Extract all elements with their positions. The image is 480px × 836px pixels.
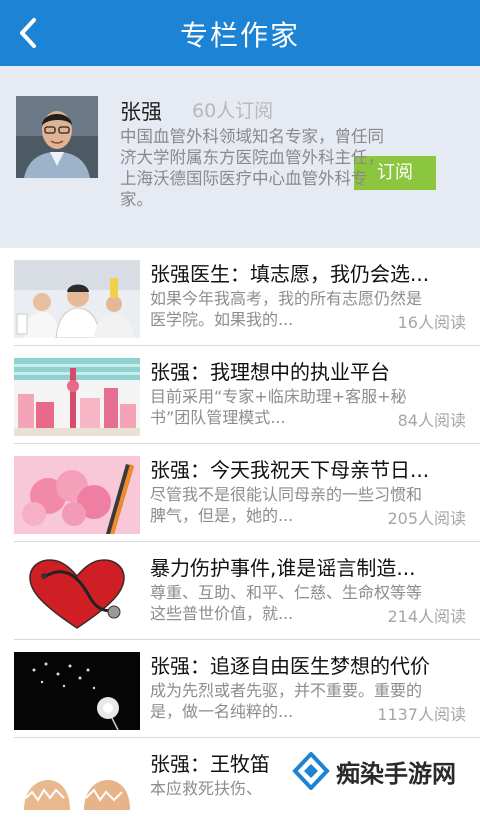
article-item[interactable]: 张强医生：填志愿，我仍会选... 如果今年我高考，我的所有志愿仍然是 医学院。如… xyxy=(0,248,480,346)
article-thumbnail xyxy=(14,554,140,632)
article-item[interactable]: 张强：我理想中的执业平台 目前采用“专家+临床助理+客服+秘 书”团队管理模式.… xyxy=(0,346,480,444)
article-title: 张强：追逐自由医生梦想的代价 xyxy=(150,654,430,678)
read-count: 84人阅读 xyxy=(393,407,466,431)
article-thumbnail xyxy=(14,750,140,828)
article-summary-line: 尽管我不是很能认同母亲的一些习惯和 xyxy=(150,485,423,504)
author-profile: 张强 60人订阅 订阅 中国血管外科领域知名专家，曾任同 济大学附属东方医院血管… xyxy=(0,66,480,248)
article-thumbnail xyxy=(14,652,140,730)
watermark-logo-icon xyxy=(292,752,330,790)
author-avatar xyxy=(16,96,98,178)
article-thumbnail xyxy=(14,456,140,534)
article-thumbnail xyxy=(14,260,140,338)
top-bar: 专栏作家 xyxy=(0,0,480,66)
page-title: 专栏作家 xyxy=(179,19,300,52)
author-description-line: 家。 xyxy=(120,190,153,209)
subscriber-count: 60人订阅 xyxy=(192,100,274,122)
article-summary-line: 如果今年我高考，我的所有志愿仍然是 xyxy=(150,289,423,308)
article-title: 张强医生：填志愿，我仍会选... xyxy=(150,262,430,286)
article-summary-line: 尊重、互助、和平、仁慈、生命权等等 xyxy=(150,583,423,602)
watermark-text: 痴染手游网 xyxy=(336,760,456,788)
article-item[interactable]: 张强：追逐自由医生梦想的代价 成为先烈或者先驱，并不重要。重要的 是，做一名纯粹… xyxy=(0,640,480,738)
article-title: 张强：我理想中的执业平台 xyxy=(150,360,390,384)
author-description-line: 上海沃德国际医疗中心血管外科专 xyxy=(120,169,368,188)
article-summary-line: 目前采用“专家+临床助理+客服+秘 xyxy=(150,387,407,406)
read-count: 205人阅读 xyxy=(383,505,466,529)
author-description-line: 济大学附属东方医院血管外科主任， xyxy=(120,148,384,167)
article-item[interactable]: 张强：今天我祝天下母亲节日... 尽管我不是很能认同母亲的一些习惯和 脾气，但是… xyxy=(0,444,480,542)
read-count: 214人阅读 xyxy=(383,603,466,627)
article-title: 张强：今天我祝天下母亲节日... xyxy=(150,458,430,482)
read-count: 1137人阅读 xyxy=(373,701,466,725)
author-description-line: 中国血管外科领域知名专家，曾任同 xyxy=(120,127,384,146)
article-title: 暴力伤护事件,谁是谣言制造... xyxy=(150,556,416,580)
read-count: 16人阅读 xyxy=(393,309,466,333)
article-thumbnail xyxy=(14,358,140,436)
author-description: 中国血管外科领域知名专家，曾任同 济大学附属东方医院血管外科主任， 上海沃德国际… xyxy=(120,126,450,210)
article-item[interactable]: 暴力伤护事件,谁是谣言制造... 尊重、互助、和平、仁慈、生命权等等 这些普世价… xyxy=(0,542,480,640)
author-name: 张强 xyxy=(120,100,162,124)
article-summary-line: 成为先烈或者先驱，并不重要。重要的 xyxy=(150,681,423,700)
watermark: 痴染手游网 xyxy=(284,742,480,800)
